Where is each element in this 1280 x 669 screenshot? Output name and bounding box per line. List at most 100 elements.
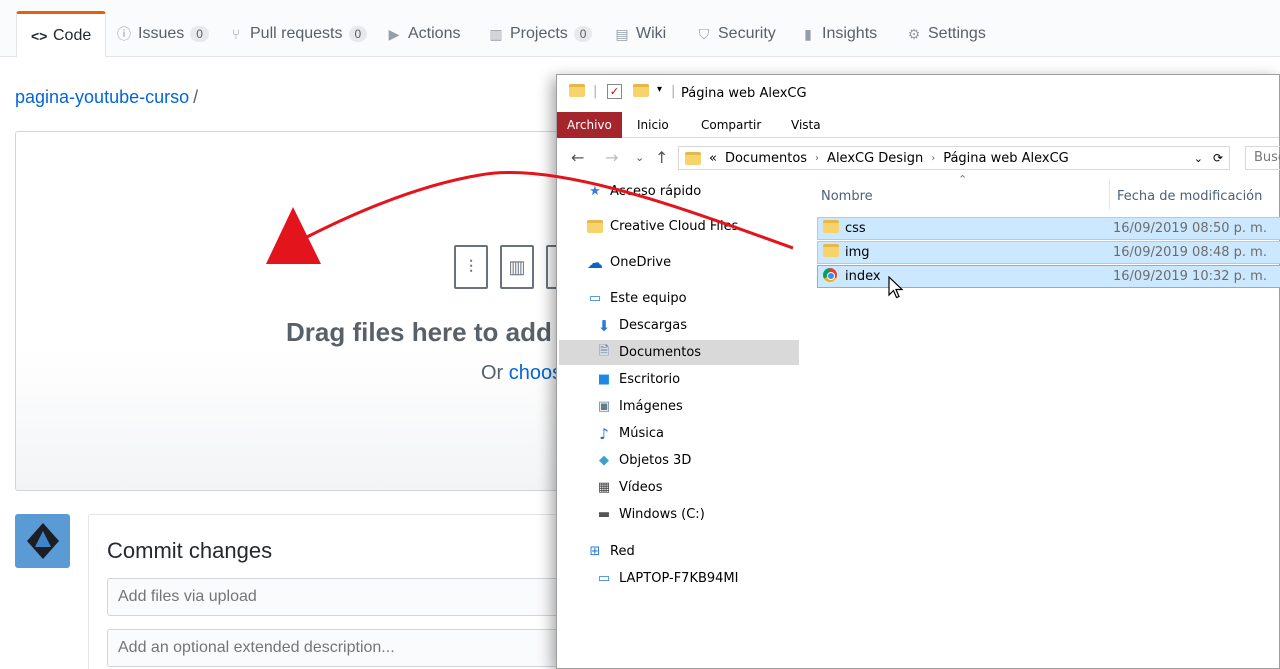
chevron-down-icon[interactable]: ⌄ — [1194, 152, 1203, 165]
properties-icon[interactable]: ✓ — [607, 84, 622, 99]
tab-settings[interactable]: ⚙ Settings — [892, 11, 1000, 57]
tab-actions[interactable]: ▶ Actions — [372, 11, 474, 57]
tab-code[interactable]: <> Code — [16, 11, 107, 57]
cloud-icon: ☁ — [587, 253, 603, 272]
nav-label: Descargas — [619, 318, 688, 333]
code-icon: <> — [31, 27, 48, 44]
cube-icon: ◆ — [599, 453, 609, 468]
nav-item-onedrive[interactable]: ☁ OneDrive — [587, 250, 671, 275]
nav-label: LAPTOP-F7KB94MI — [619, 571, 739, 586]
refresh-icon[interactable]: ⟳ — [1213, 151, 1223, 165]
gear-icon: ⚙ — [907, 25, 921, 42]
nav-item-creative-cloud[interactable]: Creative Cloud Files — [587, 214, 738, 239]
nav-label: Creative Cloud Files — [610, 219, 739, 234]
nav-item-imagenes[interactable]: ▣ Imágenes — [596, 394, 683, 419]
nav-item-este-equipo[interactable]: ▭ Este equipo — [587, 286, 687, 311]
customize-toolbar-icon[interactable]: ▾ — [657, 84, 662, 95]
address-overflow[interactable]: « — [709, 151, 717, 166]
repo-link[interactable]: pagina-youtube-curso — [15, 87, 189, 107]
tab-label: Settings — [928, 25, 986, 42]
tab-label: Projects — [510, 25, 568, 42]
ribbon-tab-vista[interactable]: Vista — [781, 112, 831, 138]
tab-pull-requests[interactable]: ⑂ Pull requests 0 — [214, 11, 381, 57]
nav-item-windows-c[interactable]: ▬ Windows (C:) — [596, 502, 705, 527]
file-row-img[interactable]: img 16/09/2019 08:48 p. m. — [817, 241, 1280, 264]
play-icon: ▶ — [388, 25, 400, 42]
nav-label: Acceso rápido — [610, 184, 702, 199]
pull-request-icon: ⑂ — [231, 26, 241, 42]
star-icon: ★ — [589, 184, 601, 199]
file-list: ⌃ Nombre Fecha de modificación css 16/09… — [813, 173, 1280, 669]
tab-security[interactable]: ⛉ Security — [682, 11, 790, 57]
tab-issues[interactable]: ⓘ Issues 0 — [102, 11, 223, 57]
download-icon: ⬇ — [597, 316, 611, 335]
tab-wiki[interactable]: ▤ Wiki — [600, 11, 680, 57]
commit-description-input[interactable] — [107, 629, 577, 667]
nav-item-objetos-3d[interactable]: ◆ Objetos 3D — [596, 448, 691, 473]
file-name: index — [845, 269, 881, 284]
up-arrow-icon[interactable]: ↑ — [655, 148, 668, 167]
sort-ascending-icon: ⌃ — [958, 173, 968, 186]
nav-item-documentos[interactable]: 🗎 Documentos — [559, 340, 799, 365]
nav-label: Red — [610, 544, 635, 559]
tab-label: Wiki — [636, 25, 667, 42]
file-date: 16/09/2019 10:32 p. m. — [1113, 269, 1267, 284]
navigation-pane: ★ Acceso rápido Creative Cloud Files ☁ O… — [557, 179, 801, 669]
repo-nav: <> Code ⓘ Issues 0 ⑂ Pull requests 0 ▶ A… — [0, 0, 1280, 57]
video-icon: ▦ — [597, 480, 611, 495]
file-row-index[interactable]: index 16/09/2019 10:32 p. m. — [817, 265, 1280, 288]
address-segment[interactable]: Página web AlexCG — [943, 151, 1069, 166]
counter-badge: 0 — [573, 26, 593, 42]
project-icon: ▥ — [489, 25, 503, 42]
nav-item-descargas[interactable]: ⬇ Descargas — [596, 313, 687, 338]
divider: | — [671, 84, 676, 99]
recent-locations-icon[interactable]: ⌄ — [635, 151, 644, 164]
counter-badge: 0 — [348, 26, 368, 42]
file-dropzone[interactable]: ⫶ ▥ < Drag files here to add Or choos — [15, 131, 580, 491]
file-row-css[interactable]: css 16/09/2019 08:50 p. m. — [817, 217, 1280, 240]
chevron-right-icon[interactable]: › — [815, 153, 819, 164]
column-divider[interactable] — [1109, 179, 1110, 209]
chrome-icon — [823, 267, 839, 286]
nav-label: Este equipo — [610, 291, 687, 306]
tab-projects[interactable]: ▥ Projects 0 — [474, 11, 606, 57]
column-header-modified[interactable]: Fecha de modificación — [1117, 189, 1262, 204]
commit-summary-input[interactable] — [107, 578, 577, 616]
zip-file-icon: ⫶ — [454, 245, 488, 289]
tab-insights[interactable]: ▮ Insights — [786, 11, 891, 57]
back-arrow-icon[interactable]: ← — [571, 148, 584, 167]
choose-files-link[interactable]: choos — [509, 362, 562, 384]
column-header-name[interactable]: Nombre — [821, 189, 873, 204]
new-folder-icon[interactable] — [633, 84, 649, 97]
file-name: css — [845, 221, 866, 236]
ribbon-tab-compartir[interactable]: Compartir — [691, 112, 771, 138]
forward-arrow-icon[interactable]: → — [605, 148, 618, 167]
tab-label: Actions — [408, 25, 461, 42]
address-segment[interactable]: Documentos — [725, 151, 807, 166]
tab-label: Code — [53, 26, 92, 44]
breadcrumb: pagina-youtube-curso / — [15, 87, 198, 108]
graph-icon: ▮ — [804, 25, 812, 42]
chart-file-icon: ▥ — [500, 245, 534, 289]
nav-item-videos[interactable]: ▦ Vídeos — [596, 475, 663, 500]
music-icon: ♪ — [599, 424, 609, 443]
computer-icon: ▭ — [588, 291, 602, 306]
nav-item-escritorio[interactable]: ■ Escritorio — [596, 367, 680, 392]
document-icon: 🗎 — [598, 343, 610, 359]
ribbon-tab-archivo[interactable]: Archivo — [557, 112, 622, 138]
nav-item-acceso-rapido[interactable]: ★ Acceso rápido — [587, 179, 701, 204]
nav-item-laptop[interactable]: ▭ LAPTOP-F7KB94MI — [596, 566, 739, 591]
dropzone-title: Drag files here to add — [286, 317, 552, 347]
nav-label: Vídeos — [619, 480, 663, 495]
ribbon-tab-inicio[interactable]: Inicio — [627, 112, 679, 138]
nav-label: Imágenes — [619, 399, 683, 414]
nav-item-musica[interactable]: ♪ Música — [596, 421, 664, 446]
nav-label: Música — [619, 426, 664, 441]
navigation-bar: ← → ⌄ ↑ « Documentos › AlexCG Design › P… — [557, 140, 1280, 174]
nav-item-red[interactable]: ⊞ Red — [587, 539, 635, 564]
chevron-right-icon[interactable]: › — [931, 153, 935, 164]
network-icon: ⊞ — [589, 544, 601, 559]
address-segment[interactable]: AlexCG Design — [827, 151, 923, 166]
search-input[interactable]: Busc — [1245, 146, 1280, 170]
address-bar[interactable]: « Documentos › AlexCG Design › Página we… — [678, 146, 1230, 170]
